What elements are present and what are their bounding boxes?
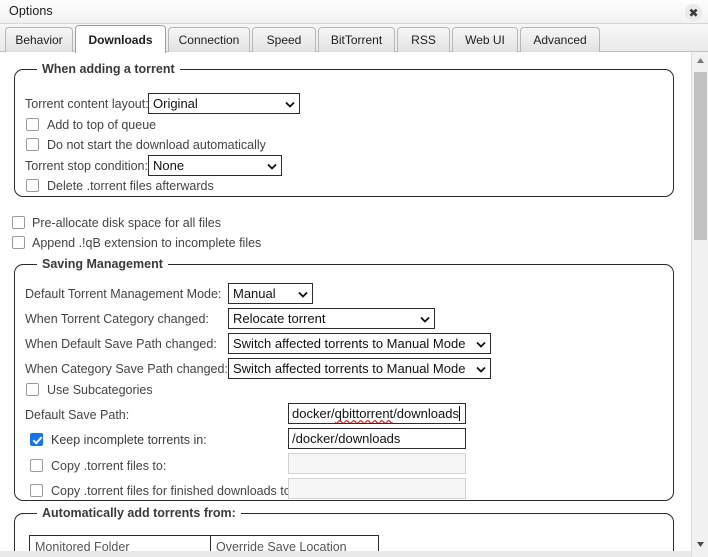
default-save-path-value-post: /downloads: [393, 406, 459, 421]
copy-torrent-files-checkbox[interactable]: [30, 459, 43, 472]
torrent-stop-condition-select[interactable]: None: [148, 155, 282, 176]
default-save-path-changed-label: When Default Save Path changed:: [25, 337, 217, 351]
copy-torrent-files-finished-label: Copy .torrent files for finished downloa…: [51, 484, 295, 498]
triangle-down-icon: [696, 541, 704, 547]
chevron-down-icon: [476, 339, 486, 348]
close-button[interactable]: ✖: [685, 4, 702, 21]
auto-add-torrents-legend: Automatically add torrents from:: [37, 506, 241, 520]
use-subcategories-checkbox[interactable]: [26, 383, 39, 396]
pane-bottom-strip: [0, 551, 708, 557]
category-save-path-changed-value: Switch affected torrents to Manual Mode: [233, 361, 466, 376]
copy-torrent-files-finished-checkbox[interactable]: [30, 484, 43, 497]
triangle-up-icon: [696, 57, 704, 63]
torrent-category-changed-select[interactable]: Relocate torrent: [228, 308, 435, 329]
scroll-up-button[interactable]: [692, 52, 708, 68]
chevron-down-icon: [285, 99, 295, 108]
tab-rss[interactable]: RSS: [397, 27, 450, 52]
vertical-scrollbar[interactable]: [691, 52, 708, 557]
default-save-path-value-misspelled: qbittorrent: [334, 406, 394, 421]
category-save-path-changed-label: When Category Save Path changed:: [25, 362, 228, 376]
title-bar: Options ✖: [0, 0, 708, 24]
tab-advanced[interactable]: Advanced: [520, 27, 600, 52]
chevron-down-icon: [476, 364, 486, 373]
copy-torrent-files-finished-input: [288, 478, 466, 499]
tab-behavior[interactable]: Behavior: [5, 27, 73, 52]
keep-incomplete-torrents-input[interactable]: /docker/downloads: [288, 428, 466, 449]
default-tmm-select[interactable]: Manual: [228, 283, 313, 304]
options-content-pane: When adding a torrent Torrent content la…: [0, 52, 708, 557]
close-icon: ✖: [688, 5, 699, 20]
default-tmm-value: Manual: [233, 286, 276, 301]
tab-connection[interactable]: Connection: [168, 27, 250, 52]
do-not-start-download-label: Do not start the download automatically: [47, 138, 266, 152]
default-save-path-changed-value: Switch affected torrents to Manual Mode: [233, 336, 466, 351]
when-adding-torrent-legend: When adding a torrent: [37, 62, 180, 76]
torrent-stop-condition-value: None: [153, 158, 185, 173]
default-save-path-changed-select[interactable]: Switch affected torrents to Manual Mode: [228, 333, 491, 354]
chevron-down-icon: [267, 161, 277, 170]
torrent-content-layout-value: Original: [153, 96, 198, 111]
default-save-path-label: Default Save Path:: [25, 408, 130, 422]
copy-torrent-files-input: [288, 453, 466, 474]
use-subcategories-label: Use Subcategories: [47, 383, 153, 397]
pre-allocate-disk-space-label: Pre-allocate disk space for all files: [32, 216, 221, 230]
torrent-category-changed-label: When Torrent Category changed:: [25, 312, 209, 326]
chevron-down-icon: [298, 289, 308, 298]
pre-allocate-disk-space-checkbox[interactable]: [12, 216, 25, 229]
chevron-down-icon: [420, 314, 430, 323]
scroll-down-button[interactable]: [692, 536, 708, 552]
delete-torrent-files-checkbox[interactable]: [26, 179, 39, 192]
keep-incomplete-torrents-checkbox[interactable]: [30, 433, 43, 446]
saving-management-legend: Saving Management: [37, 257, 168, 271]
delete-torrent-files-label: Delete .torrent files afterwards: [47, 179, 214, 193]
append-extension-checkbox[interactable]: [12, 236, 25, 249]
default-save-path-value-pre: docker/: [292, 406, 335, 421]
scrollbar-thumb[interactable]: [694, 72, 707, 240]
torrent-stop-condition-label: Torrent stop condition:: [25, 159, 148, 173]
torrent-category-changed-value: Relocate torrent: [233, 311, 326, 326]
tab-bar: Behavior Downloads Connection Speed BitT…: [0, 24, 708, 53]
default-save-path-input[interactable]: docker/qbittorrent/downloads: [288, 403, 466, 424]
page-title: Options: [9, 4, 53, 18]
category-save-path-changed-select[interactable]: Switch affected torrents to Manual Mode: [228, 358, 491, 379]
torrent-content-layout-label: Torrent content layout:: [25, 97, 149, 111]
add-to-top-of-queue-checkbox[interactable]: [26, 118, 39, 131]
append-extension-label: Append .!qB extension to incomplete file…: [32, 236, 262, 250]
when-adding-torrent-group: When adding a torrent: [14, 62, 674, 197]
default-tmm-label: Default Torrent Management Mode:: [25, 287, 222, 301]
text-cursor: [458, 406, 460, 421]
torrent-content-layout-select[interactable]: Original: [148, 93, 300, 114]
keep-incomplete-torrents-label: Keep incomplete torrents in:: [51, 433, 207, 447]
copy-torrent-files-label: Copy .torrent files to:: [51, 459, 167, 473]
tab-speed[interactable]: Speed: [252, 27, 316, 52]
keep-incomplete-torrents-value: /docker/downloads: [292, 431, 401, 446]
tab-web-ui[interactable]: Web UI: [452, 27, 518, 52]
add-to-top-of-queue-label: Add to top of queue: [47, 118, 157, 132]
do-not-start-download-checkbox[interactable]: [26, 138, 39, 151]
tab-bittorrent[interactable]: BitTorrent: [318, 27, 395, 52]
tab-downloads[interactable]: Downloads: [75, 25, 166, 53]
